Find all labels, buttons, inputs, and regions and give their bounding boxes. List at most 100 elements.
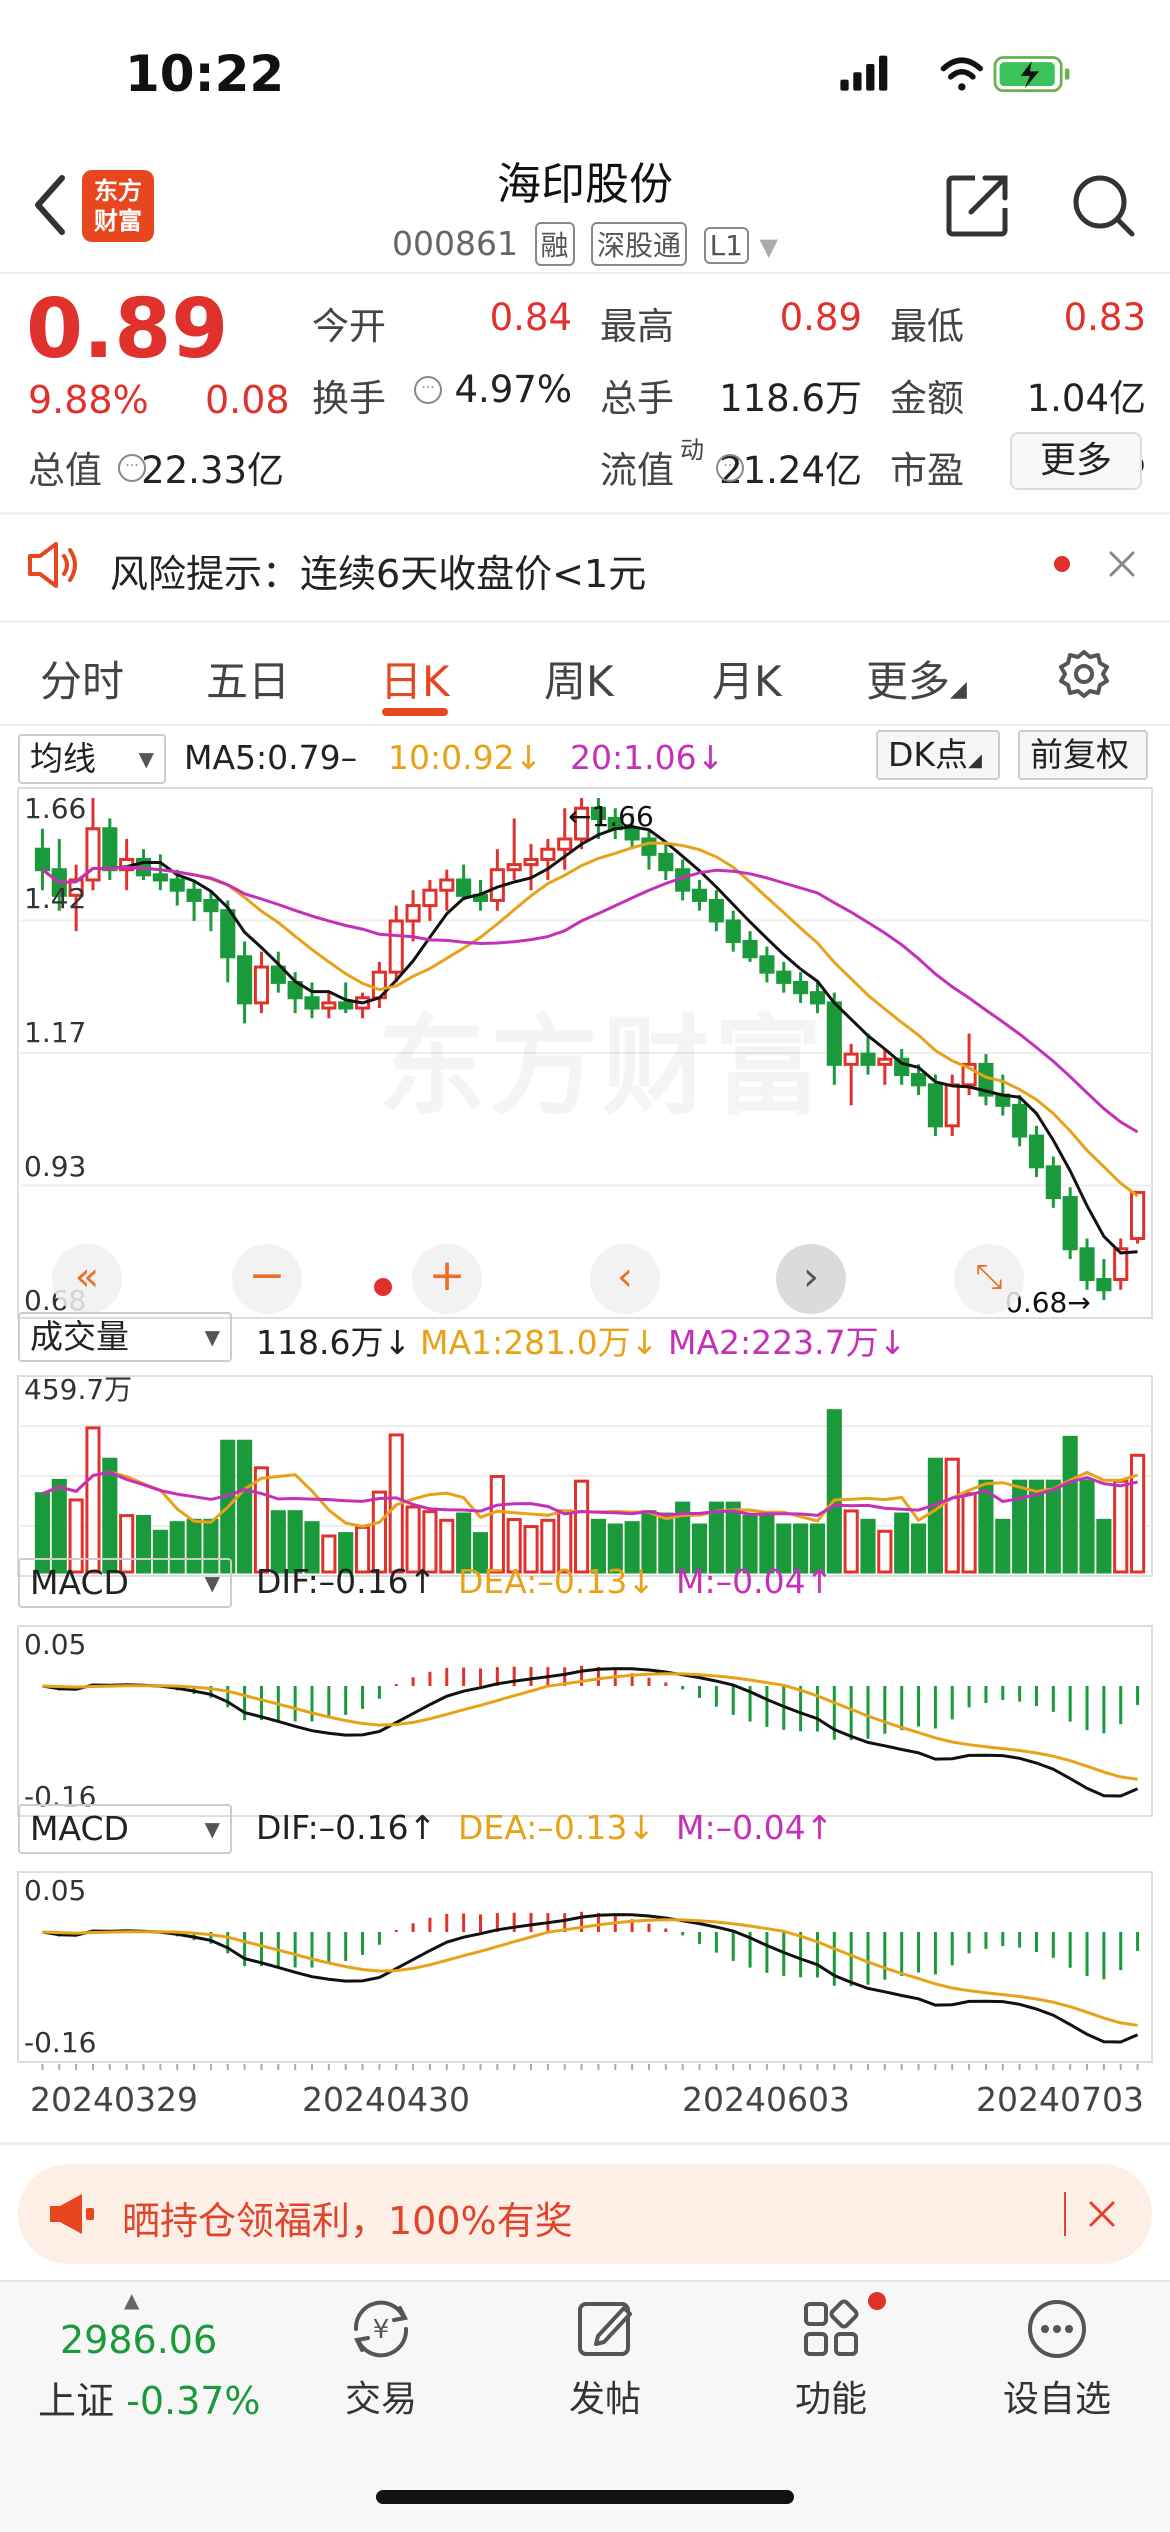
volume-value: 118.6万↓ [256,1323,412,1362]
last-price: 0.89 [26,282,229,377]
candle-down [34,847,50,872]
gear-icon[interactable] [1058,648,1110,700]
trade-icon[interactable]: ¥ [348,2296,414,2362]
dk-point-button[interactable]: DK点◢ [876,730,1000,780]
indicator-select-macd[interactable]: MACD ▼ [18,1558,232,1608]
candle-down [1012,1103,1028,1138]
zoom-in-button[interactable]: + [412,1244,482,1314]
search-icon[interactable] [1070,172,1136,238]
candle-down [658,852,674,872]
quote-value: 0.84 [489,296,572,339]
notification-dot [868,2292,886,2310]
functions-icon[interactable] [800,2298,862,2360]
quote-value: 4.97% [454,368,572,411]
fullscreen-button[interactable]: ⤡ [954,1244,1024,1314]
candle-up [843,1052,859,1066]
candle-down [169,878,185,892]
candle-up [405,904,421,923]
change-percent: 9.88% [28,378,149,422]
date-label: 20240703 [976,2080,1144,2119]
candle-up [388,919,404,974]
megaphone-icon [50,2194,94,2234]
close-icon[interactable] [1088,2200,1116,2228]
battery-icon [993,56,1070,93]
nav-post[interactable]: 发帖 [530,2370,680,2422]
index-quote[interactable]: 上证 -0.37% [38,2370,261,2425]
ma10-value: 10:0.92↓ [388,738,543,777]
candle-down [910,1073,927,1087]
volume-bar [927,1457,943,1574]
home-indicator [376,2490,794,2504]
indicator-select-macd-2[interactable]: MACD ▼ [18,1804,232,1854]
volume-bar [1012,1479,1028,1574]
volume-bar [826,1409,842,1574]
date-label: 20240329 [30,2080,198,2119]
candle-down [102,827,118,872]
volume-bar [1130,1453,1146,1574]
volume-bar [1062,1435,1078,1574]
candle-down [304,996,320,1010]
nav-trade[interactable]: 交易 [306,2370,456,2422]
step-forward-button[interactable]: › [776,1244,846,1314]
step-back-button[interactable]: ‹ [590,1244,660,1314]
market-cap-value: 22.33亿 [141,449,284,492]
chevron-down-icon: ▼ [759,233,778,261]
svg-text:¥: ¥ [373,2315,390,2345]
kline-chart[interactable] [0,780,1170,2070]
candle-down [338,1001,354,1010]
more-button[interactable]: 更多 [1010,432,1142,490]
post-icon[interactable] [574,2296,638,2360]
scroll-left-button[interactable]: « [52,1244,122,1314]
ma5-value: MA5:0.79– [184,738,358,777]
promo-divider [1064,2192,1066,2236]
pe-dynamic-sup: 动 [680,436,704,464]
candle-down [1045,1165,1061,1200]
promo-text: 晒持仓领福利，100%有奖 [122,2199,573,2243]
nav-watchlist[interactable]: 设自选 [982,2370,1132,2422]
tab-week-k[interactable]: 周K [544,648,614,709]
adjust-button[interactable]: 前复权 [1018,730,1148,780]
candle-up [523,857,539,867]
share-icon[interactable] [945,172,1011,238]
price-axis-label: 1.17 [24,1016,87,1049]
price-axis-label: 0.93 [24,1150,87,1183]
zoom-out-button[interactable]: − [232,1244,302,1314]
speaker-icon [28,542,77,588]
candle-down [708,898,724,923]
tag-level: L1 [703,227,749,264]
volume-bar [237,1439,253,1574]
candle-down [456,878,472,897]
info-icon[interactable]: ··· [716,454,744,482]
candle-up [557,837,573,851]
watchlist-icon[interactable] [1024,2296,1090,2362]
volume-bar [877,1529,893,1574]
volume-bar [944,1457,960,1574]
candle-down [759,955,775,974]
tab-intraday[interactable]: 分时 [40,648,124,709]
macd-dea: DEA:–0.13↓ [458,1562,656,1601]
macd-axis-top: 0.05 [24,1628,87,1661]
panel-frame [17,1871,1153,2063]
info-icon[interactable]: ··· [414,376,442,404]
tab-more[interactable]: 更多◢ [866,648,967,709]
candle-down [742,939,758,959]
candle-down [1062,1196,1078,1251]
indicator-select-volume[interactable]: 成交量 ▼ [18,1312,232,1362]
tab-day-k[interactable]: 日K [380,648,450,709]
volume-bar [574,1479,590,1574]
nav-functions[interactable]: 功能 [756,2370,906,2422]
wifi-icon [940,57,983,91]
close-icon[interactable] [1108,550,1136,578]
indicator-select-ma[interactable]: 均线 ▼ [18,734,166,784]
info-icon[interactable]: ··· [118,454,146,482]
macd-dif: DIF:–0.16↑ [256,1562,437,1601]
volume-bar [1096,1518,1112,1574]
candle-down [826,1001,842,1066]
watermark: 东方财富 [378,980,826,1136]
index-expand-icon[interactable]: ▲ [124,2288,139,2312]
tab-five-day[interactable]: 五日 [206,648,290,709]
tab-month-k[interactable]: 月K [712,648,782,709]
tag-connect: 深股通 [591,222,688,266]
index-value[interactable]: 2986.06 [60,2318,217,2362]
date-label: 20240430 [302,2080,470,2119]
